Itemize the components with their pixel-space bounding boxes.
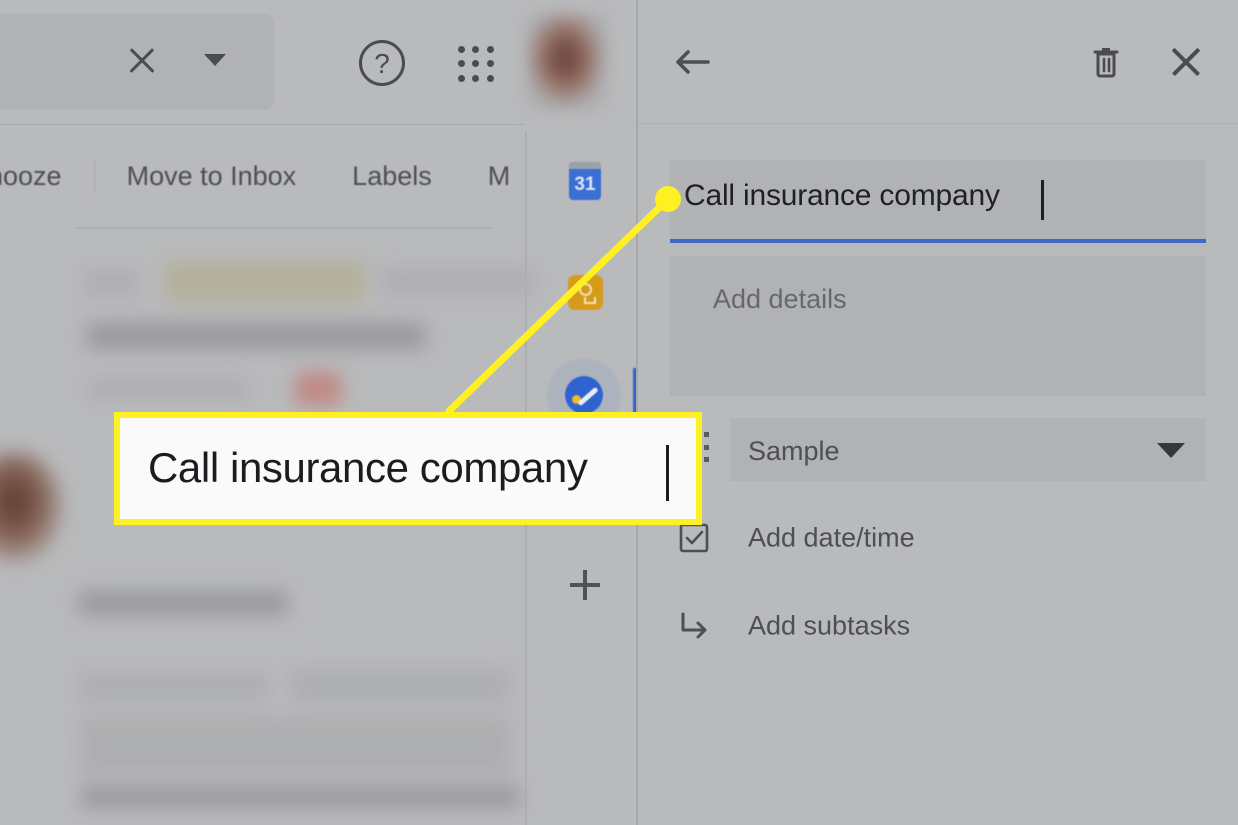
- annotation-callout-text: Call insurance company: [148, 444, 588, 491]
- thread-divider: [76, 227, 493, 229]
- back-arrow-icon[interactable]: [672, 44, 712, 80]
- task-details-placeholder: Add details: [713, 284, 847, 314]
- add-date-time-label: Add date/time: [748, 522, 915, 553]
- account-avatar[interactable]: [527, 14, 607, 110]
- tasks-panel: Call insurance company Add details Sampl…: [638, 0, 1238, 825]
- text-cursor: [1041, 180, 1044, 220]
- calendar-check-icon: [676, 520, 712, 556]
- toolbar-item-move-to-inbox[interactable]: Move to Inbox: [99, 161, 325, 192]
- task-list-selected-value: Sample: [748, 436, 840, 466]
- header-divider: [638, 123, 1238, 124]
- toolbar-separator: [93, 159, 95, 193]
- google-keep-icon[interactable]: [568, 275, 603, 310]
- list-icon: [704, 432, 710, 462]
- delete-task-icon[interactable]: [1086, 42, 1126, 82]
- subtask-arrow-icon: [676, 608, 712, 644]
- help-icon[interactable]: ?: [359, 40, 405, 86]
- chevron-down-icon[interactable]: [1157, 443, 1185, 458]
- task-title-value: Call insurance company: [684, 179, 1000, 212]
- search-options-chevron-down-icon[interactable]: [204, 54, 226, 66]
- close-task-panel-icon[interactable]: [1166, 42, 1206, 82]
- annotation-callout: Call insurance company: [114, 412, 702, 525]
- add-date-time-row[interactable]: Add date/time: [638, 508, 1238, 568]
- toolbar-item-snooze[interactable]: nooze: [0, 161, 90, 192]
- toolbar-item-labels[interactable]: Labels: [324, 161, 460, 192]
- add-addon-button[interactable]: [570, 570, 600, 600]
- apps-grid-icon[interactable]: [457, 45, 495, 83]
- tasks-panel-header: [638, 0, 1238, 124]
- google-calendar-icon[interactable]: 31: [569, 162, 601, 200]
- add-subtasks-label: Add subtasks: [748, 610, 911, 641]
- google-tasks-icon[interactable]: [565, 376, 603, 414]
- gmail-message-toolbar: nooze Move to Inbox Labels M: [0, 152, 538, 200]
- task-title-focus-underline: [670, 239, 1206, 243]
- add-subtasks-row[interactable]: Add subtasks: [638, 596, 1238, 656]
- annotation-text-cursor: [666, 445, 669, 501]
- toolbar-divider: [0, 124, 525, 125]
- keep-bulb-glyph: [579, 283, 596, 304]
- screenshot-root: ? nooze Move to Inbox Labels M 31: [0, 0, 1238, 825]
- search-close-icon[interactable]: [124, 42, 160, 78]
- task-details-input[interactable]: [670, 256, 1206, 396]
